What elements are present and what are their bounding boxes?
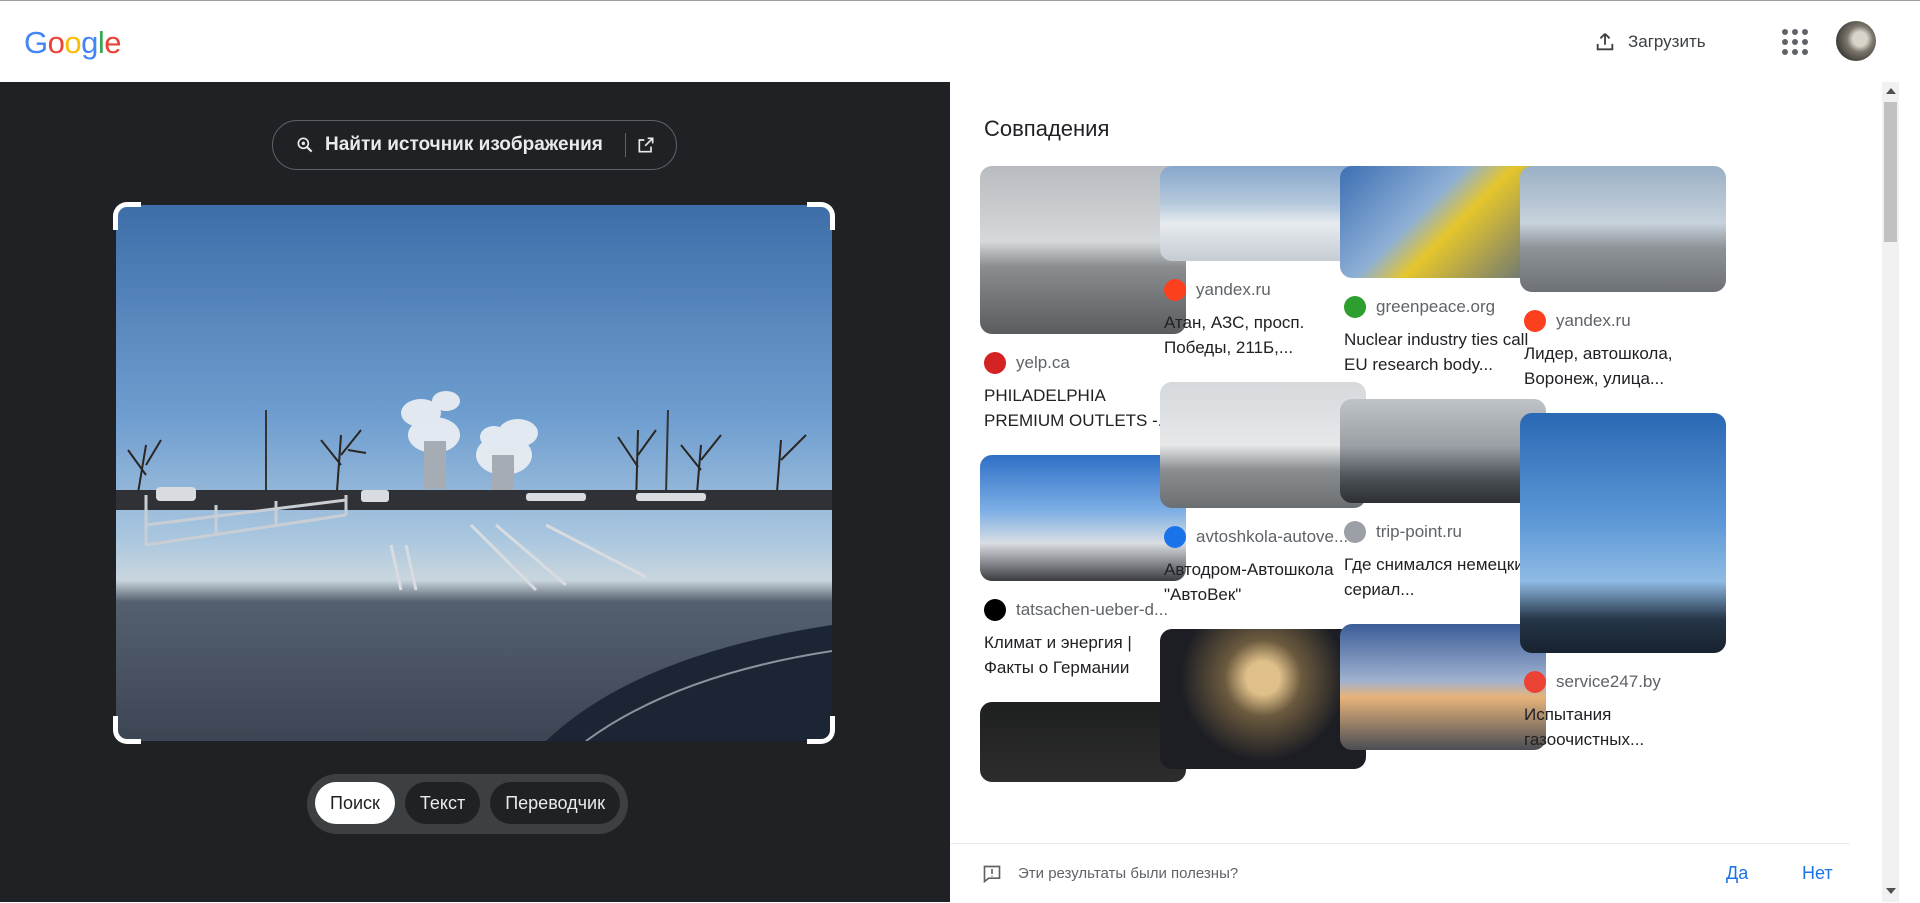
mode-search-button[interactable]: Поиск	[315, 782, 395, 824]
results-panel: Совпадения yelp.ca PHILADELPHIA PREMIUM O…	[950, 82, 1884, 902]
results-grid: yelp.ca PHILADELPHIA PREMIUM OUTLETS -...…	[980, 166, 1850, 842]
result-thumbnail[interactable]	[1160, 166, 1366, 261]
service247-icon	[1524, 671, 1546, 693]
car-icon	[1164, 526, 1186, 548]
crop-handle-top-left[interactable]	[113, 202, 141, 230]
yandex-icon	[1524, 310, 1546, 332]
result-caption[interactable]: Атан, АЗС, просп. Победы, 211Б,...	[1160, 310, 1366, 360]
result-source[interactable]: service247.by	[1520, 670, 1726, 694]
results-title: Совпадения	[984, 116, 1110, 141]
trip-point-icon	[1344, 521, 1366, 543]
logo-letter: o	[47, 25, 65, 60]
mode-switcher: Поиск Текст Переводчик	[307, 774, 628, 834]
result-caption[interactable]: Климат и энергия | Факты о Германии	[980, 630, 1186, 680]
result-caption[interactable]: Nuclear industry ties call EU research b…	[1340, 327, 1546, 377]
crop-handle-bottom-left[interactable]	[113, 716, 141, 744]
feedback-yes-button[interactable]: Да	[1726, 863, 1748, 884]
result-card[interactable]: yandex.ru Лидер, автошкола, Воронеж, улиц…	[1520, 166, 1726, 391]
open-external-icon[interactable]	[636, 135, 656, 155]
result-caption[interactable]: Лидер, автошкола, Воронеж, улица...	[1520, 341, 1726, 391]
result-card[interactable]	[980, 702, 1186, 782]
logo-letter: G	[24, 25, 48, 60]
query-image	[116, 205, 832, 741]
result-caption[interactable]: Испытания газоочистных...	[1520, 702, 1726, 752]
result-source-label: yelp.ca	[1016, 353, 1070, 372]
result-source[interactable]: avtoshkola-autove...	[1160, 525, 1366, 549]
crop-handle-top-right[interactable]	[807, 202, 835, 230]
page-scrollbar-area	[1899, 82, 1920, 902]
result-thumbnail[interactable]	[980, 455, 1186, 581]
result-thumbnail[interactable]	[980, 702, 1186, 782]
yandex-icon	[1164, 279, 1186, 301]
result-source[interactable]: yandex.ru	[1520, 309, 1726, 333]
result-thumbnail[interactable]	[1160, 629, 1366, 769]
result-card[interactable]: yandex.ru Атан, АЗС, просп. Победы, 211Б,…	[1160, 166, 1366, 360]
lens-search-icon	[297, 137, 313, 153]
avatar[interactable]	[1836, 21, 1876, 61]
result-thumbnail[interactable]	[1340, 399, 1546, 503]
greenpeace-icon	[1344, 296, 1366, 318]
result-source[interactable]: greenpeace.org	[1340, 295, 1546, 319]
mode-translate-button[interactable]: Переводчик	[490, 782, 620, 824]
google-logo[interactable]: Google	[24, 25, 122, 61]
result-source[interactable]: yandex.ru	[1160, 278, 1366, 302]
result-caption[interactable]: Автодром-Автошкола "АвтоВек"	[1160, 557, 1366, 607]
result-card[interactable]: yelp.ca PHILADELPHIA PREMIUM OUTLETS -...	[980, 166, 1186, 433]
result-thumbnail[interactable]	[1340, 166, 1546, 278]
top-bar: Google Загрузить	[0, 0, 1920, 82]
result-card[interactable]	[1160, 629, 1366, 769]
crop-handle-bottom-right[interactable]	[807, 716, 835, 744]
feedback-bar: Эти результаты были полезны? Да Нет	[950, 843, 1850, 903]
scroll-down-arrow-icon[interactable]	[1886, 888, 1896, 894]
result-source-label: tatsachen-ueber-d...	[1016, 600, 1169, 619]
result-card[interactable]: service247.by Испытания газоочистных...	[1520, 413, 1726, 752]
logo-letter: e	[104, 25, 122, 60]
find-image-source-label: Найти источник изображения	[325, 134, 603, 155]
logo-letter: o	[64, 25, 82, 60]
result-thumbnail[interactable]	[1340, 624, 1546, 750]
logo-letter: g	[81, 25, 98, 60]
result-source-label: trip-point.ru	[1376, 522, 1462, 541]
result-source[interactable]: trip-point.ru	[1340, 520, 1546, 544]
result-source-label: avtoshkola-autove...	[1196, 527, 1349, 546]
mode-text-button[interactable]: Текст	[404, 782, 481, 824]
upload-label: Загрузить	[1628, 32, 1706, 51]
feedback-question: Эти результаты были полезны?	[1018, 865, 1239, 882]
result-source[interactable]: tatsachen-ueber-d...	[980, 598, 1186, 622]
results-scrollbar-thumb[interactable]	[1884, 102, 1897, 242]
divider	[624, 133, 626, 157]
query-image-panel: Найти источник изображения Поиск Текст П…	[0, 82, 950, 902]
result-card[interactable]: trip-point.ru Где снимался немецкий сериа…	[1340, 399, 1546, 602]
germany-flag-icon	[984, 599, 1006, 621]
result-card[interactable]: tatsachen-ueber-d... Климат и энергия | Ф…	[980, 455, 1186, 680]
feedback-no-button[interactable]: Нет	[1802, 863, 1833, 884]
result-thumbnail[interactable]	[980, 166, 1186, 334]
result-source[interactable]: yelp.ca	[980, 351, 1186, 375]
result-thumbnail[interactable]	[1520, 166, 1726, 292]
result-source-label: service247.by	[1556, 672, 1661, 691]
result-card[interactable]	[1340, 624, 1546, 750]
result-source-label: greenpeace.org	[1376, 297, 1496, 316]
apps-grid-icon[interactable]	[1782, 29, 1808, 55]
feedback-icon	[983, 865, 1001, 884]
result-thumbnail[interactable]	[1160, 382, 1366, 508]
result-thumbnail[interactable]	[1520, 413, 1726, 653]
result-card[interactable]: greenpeace.org Nuclear industry ties call…	[1340, 166, 1546, 377]
yelp-icon	[984, 352, 1006, 374]
find-image-source-button[interactable]: Найти источник изображения	[272, 120, 677, 170]
upload-icon	[1596, 33, 1614, 51]
result-source-label: yandex.ru	[1196, 280, 1271, 299]
result-caption[interactable]: PHILADELPHIA PREMIUM OUTLETS -...	[980, 383, 1186, 433]
result-caption[interactable]: Где снимался немецкий сериал...	[1340, 552, 1546, 602]
scroll-up-arrow-icon[interactable]	[1886, 88, 1896, 94]
result-source-label: yandex.ru	[1556, 311, 1631, 330]
crop-area[interactable]	[113, 202, 835, 826]
upload-button[interactable]: Загрузить	[1594, 27, 1706, 57]
result-card[interactable]: avtoshkola-autove... Автодром-Автошкола "…	[1160, 382, 1366, 607]
